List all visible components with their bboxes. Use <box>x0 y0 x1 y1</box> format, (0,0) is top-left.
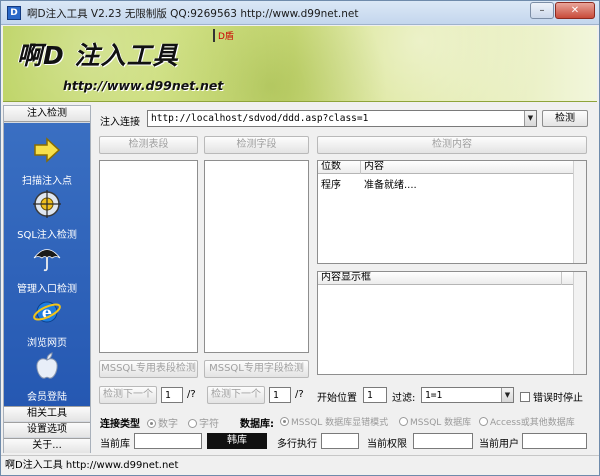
start-position-label: 开始位置 <box>317 393 357 404</box>
db-mssql-error-radio[interactable]: MSSQL 数据库显错模式 <box>280 415 388 428</box>
scrollbar[interactable] <box>573 161 586 263</box>
ie-icon: e <box>33 301 61 323</box>
window-title: 啊D注入工具 V2.23 无限制版 QQ:9269563 http://www.… <box>27 8 359 20</box>
mssql-tables-button[interactable]: MSSQL专用表段检测 <box>99 360 198 378</box>
radio-button[interactable] <box>188 419 197 428</box>
detect-content-button[interactable]: 检测内容 <box>317 136 587 154</box>
field-total-label: /? <box>295 389 304 400</box>
sidebar-item-sql[interactable]: SQL注入检测 <box>4 189 90 241</box>
inject-url-input[interactable]: http://localhost/sdvod/ddd.asp?class=1 ▼ <box>147 110 537 127</box>
main-window: D 啊D注入工具 V2.23 无限制版 QQ:9269563 http://ww… <box>0 0 600 476</box>
content-display-header: 内容显示框 <box>318 272 574 285</box>
apple-icon <box>36 352 58 379</box>
sidebar-footer-tools[interactable]: 相关工具 <box>4 406 90 421</box>
grid-cell: 程序 <box>321 180 341 191</box>
table-index-input[interactable]: 1 <box>161 387 183 403</box>
crosshair-icon <box>33 190 61 218</box>
radio-label: 字符 <box>199 419 219 430</box>
banner-brand: 啊D 注入工具 <box>17 41 179 70</box>
tables-list[interactable] <box>99 160 198 353</box>
current-user-field <box>522 433 587 449</box>
filter-value: 1=1 <box>425 390 443 401</box>
db-mssql-radio[interactable]: MSSQL 数据库 <box>399 415 471 428</box>
sidebar-item-browse[interactable]: e 浏览网页 <box>4 297 90 349</box>
radio-label: Access或其他数据库 <box>490 418 575 428</box>
radio-label: 数字 <box>158 419 178 430</box>
sidebar-item-login[interactable]: 会员登陆 <box>4 351 90 403</box>
status-bar: 啊D注入工具 http://www.d99net.net <box>1 455 599 475</box>
sidebar-header[interactable]: 注入检测 <box>4 106 90 122</box>
fields-list[interactable] <box>204 160 309 353</box>
filter-select[interactable]: 1=1 ▼ <box>421 387 514 403</box>
sidebar-panel: 扫描注入点 SQL注入检测 管理入口检测 e 浏览网页 会员登陆 <box>4 123 90 406</box>
current-db-label: 当前库 <box>100 439 130 450</box>
grid-cell: 准备就绪.... <box>364 180 417 191</box>
conn-type-string-radio[interactable]: 字符 <box>188 415 219 430</box>
db-access-radio[interactable]: Access或其他数据库 <box>479 415 575 428</box>
sidebar-item-label: 会员登陆 <box>27 392 67 403</box>
column-header[interactable]: 内容显示框 <box>318 272 562 285</box>
current-db-field <box>134 433 202 449</box>
minimize-button[interactable]: – <box>530 2 554 19</box>
result-grid-header: 位数 内容 <box>318 161 574 174</box>
sidebar-item-label: SQL注入检测 <box>17 230 77 241</box>
sidebar-footer-about[interactable]: 关于... <box>4 438 90 453</box>
multi-exec-label: 多行执行 <box>277 439 317 450</box>
chevron-down-icon[interactable]: ▼ <box>524 111 536 126</box>
radio-button[interactable] <box>399 417 408 426</box>
sidebar-footer-settings[interactable]: 设置选项 <box>4 422 90 437</box>
column-header[interactable]: 内容 <box>361 161 574 174</box>
title-bar[interactable]: D 啊D注入工具 V2.23 无限制版 QQ:9269563 http://ww… <box>1 1 599 25</box>
check-button[interactable]: 检测 <box>542 110 588 127</box>
table-total-label: /? <box>187 389 196 400</box>
sidebar-item-admin[interactable]: 管理入口检测 <box>4 243 90 295</box>
next-field-button[interactable]: 检测下一个 <box>207 386 265 404</box>
chevron-down-icon[interactable]: ▼ <box>501 388 513 402</box>
conn-type-label: 连接类型 <box>100 419 140 430</box>
conn-type-number-radio[interactable]: 数字 <box>147 415 178 430</box>
role-badge: 韩库 <box>207 433 267 449</box>
sidebar-item-label: 扫描注入点 <box>22 176 72 187</box>
current-priv-label: 当前权限 <box>367 439 407 450</box>
multi-exec-field[interactable] <box>321 433 359 449</box>
inject-url-value: http://localhost/sdvod/ddd.asp?class=1 <box>151 113 369 124</box>
radio-button[interactable] <box>147 419 156 428</box>
radio-label: MSSQL 数据库 <box>410 418 472 428</box>
detect-tables-button[interactable]: 检测表段 <box>99 136 198 154</box>
sidebar: 注入检测 扫描注入点 SQL注入检测 管理入口检测 e 浏览网页 会员登陆 相关… <box>3 105 91 453</box>
sidebar-item-label: 浏览网页 <box>27 338 67 349</box>
start-position-input[interactable]: 1 <box>363 387 387 403</box>
radio-button[interactable] <box>280 417 289 426</box>
radio-button[interactable] <box>479 417 488 426</box>
umbrella-icon <box>33 249 61 272</box>
sidebar-item-label: 管理入口检测 <box>17 284 77 295</box>
database-label: 数据库: <box>240 419 274 430</box>
filter-label: 过滤: <box>392 393 416 404</box>
current-priv-field <box>413 433 473 449</box>
radio-label: MSSQL 数据库显错模式 <box>291 418 389 428</box>
inject-url-label: 注入连接 <box>100 117 140 128</box>
banner: 啊D 注入工具 http://www.d99net.net D盾 <box>3 26 597 102</box>
close-button[interactable]: ✕ <box>555 2 595 19</box>
current-user-label: 当前用户 <box>479 439 519 450</box>
next-table-button[interactable]: 检测下一个 <box>99 386 157 404</box>
window-controls: – ✕ <box>529 2 595 19</box>
scrollbar[interactable] <box>573 272 586 374</box>
field-index-input[interactable]: 1 <box>269 387 291 403</box>
stop-on-error-label: 错误时停止 <box>533 393 583 404</box>
arrow-right-icon <box>34 137 61 163</box>
banner-url: http://www.d99net.net <box>63 78 224 93</box>
banner-tag: D盾 <box>213 29 234 42</box>
column-header[interactable]: 位数 <box>318 161 361 174</box>
sidebar-item-scan[interactable]: 扫描注入点 <box>4 135 90 187</box>
detect-fields-button[interactable]: 检测字段 <box>204 136 309 154</box>
stop-on-error-checkbox[interactable]: 错误时停止 <box>520 389 583 404</box>
mssql-fields-button[interactable]: MSSQL专用字段检测 <box>204 360 309 378</box>
result-grid[interactable]: 位数 内容 程序 准备就绪.... <box>317 160 587 264</box>
checkbox-box[interactable] <box>520 392 530 402</box>
content-display-grid[interactable]: 内容显示框 <box>317 271 587 375</box>
app-icon: D <box>7 6 21 20</box>
